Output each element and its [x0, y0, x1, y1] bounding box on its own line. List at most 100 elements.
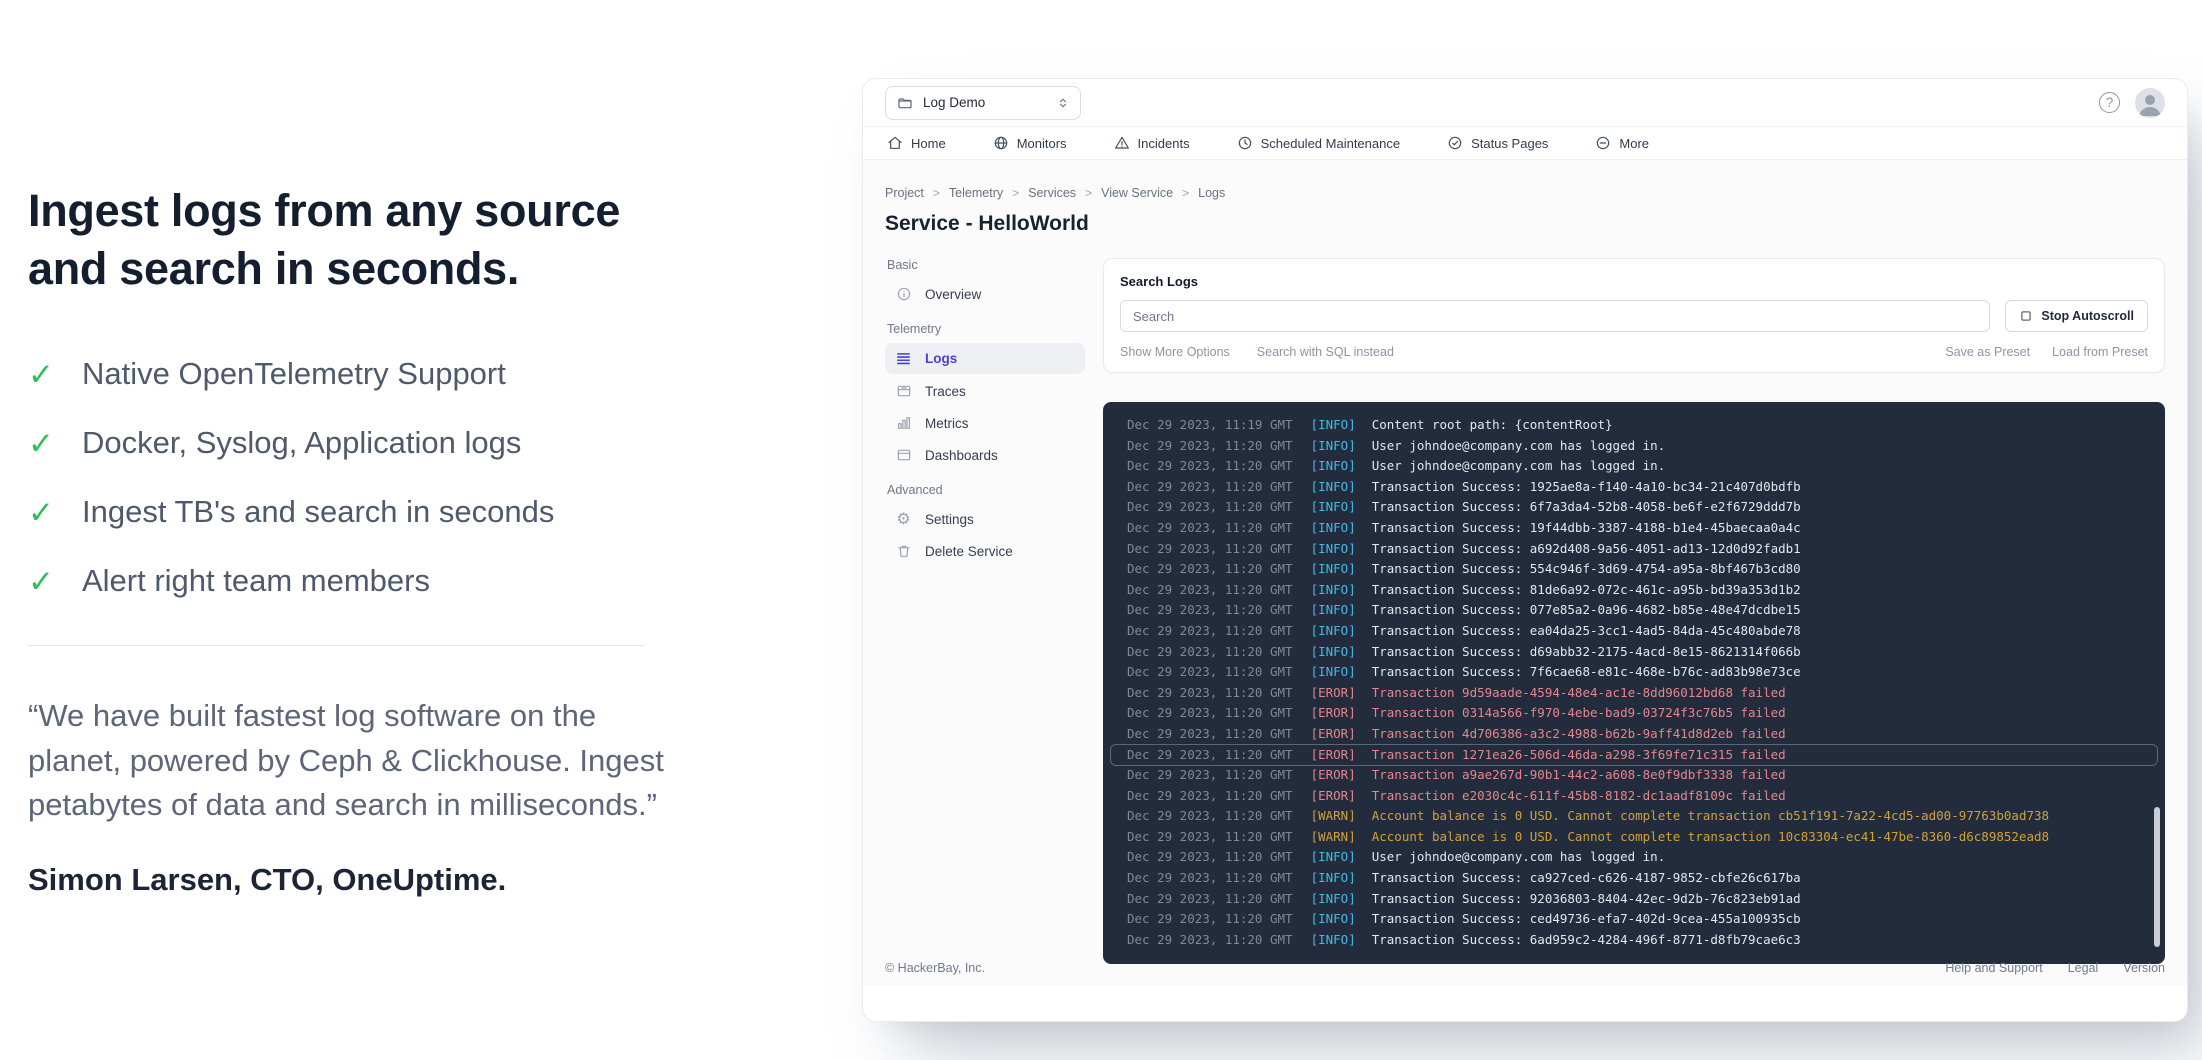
- log-message: Transaction e2030c4c-611f-45b8-8182-dc1a…: [1372, 788, 1786, 803]
- log-row[interactable]: Dec 29 2023, 11:20 GMT[INFO]Transaction …: [1103, 518, 2165, 539]
- log-rows: Dec 29 2023, 11:19 GMT[INFO]Content root…: [1103, 415, 2165, 950]
- nav-item-monitors[interactable]: Monitors: [993, 135, 1067, 151]
- log-message: Transaction Success: ced49736-efa7-402d-…: [1372, 911, 1801, 926]
- breadcrumb-item-telemetry[interactable]: Telemetry: [949, 186, 1003, 200]
- sidebar-item-delete-service[interactable]: Delete Service: [885, 536, 1085, 566]
- log-row[interactable]: Dec 29 2023, 11:20 GMT[INFO]User johndoe…: [1103, 436, 2165, 457]
- log-message: Transaction 4d706386-a3c2-4988-b62b-9aff…: [1372, 726, 1786, 741]
- check-icon: ✓: [28, 428, 54, 459]
- avatar[interactable]: [2135, 88, 2165, 118]
- log-level-tag: [INFO]: [1311, 891, 1356, 906]
- log-row[interactable]: Dec 29 2023, 11:20 GMT[EROR]Transaction …: [1103, 683, 2165, 704]
- log-row[interactable]: Dec 29 2023, 11:20 GMT[WARN]Account bala…: [1103, 806, 2165, 827]
- log-message: User johndoe@company.com has logged in.: [1372, 849, 1666, 864]
- project-selector[interactable]: Log Demo: [885, 86, 1081, 120]
- stop-autoscroll-button[interactable]: Stop Autoscroll: [2005, 300, 2148, 332]
- log-row[interactable]: Dec 29 2023, 11:20 GMT[INFO]Transaction …: [1103, 621, 2165, 642]
- check-icon: ✓: [28, 497, 54, 528]
- feature-item: ✓Ingest TB's and search in seconds: [28, 494, 676, 530]
- link-legal[interactable]: Legal: [2068, 961, 2099, 975]
- traces-icon: [895, 383, 912, 399]
- top-bar-right: ?: [2099, 88, 2165, 118]
- nav-item-status-pages[interactable]: Status Pages: [1447, 135, 1548, 151]
- stop-autoscroll-label: Stop Autoscroll: [2041, 309, 2134, 323]
- sidebar-section-label: Basic: [887, 258, 1083, 272]
- log-row-selected[interactable]: Dec 29 2023, 11:20 GMT[EROR]Transaction …: [1103, 745, 2165, 766]
- log-row[interactable]: Dec 29 2023, 11:20 GMT[INFO]Transaction …: [1103, 909, 2165, 930]
- log-row[interactable]: Dec 29 2023, 11:20 GMT[INFO]Transaction …: [1103, 662, 2165, 683]
- link-version[interactable]: Version: [2123, 961, 2165, 975]
- log-row[interactable]: Dec 29 2023, 11:20 GMT[INFO]Transaction …: [1103, 642, 2165, 663]
- nav-item-incidents[interactable]: Incidents: [1114, 135, 1190, 151]
- feature-list: ✓Native OpenTelemetry Support✓Docker, Sy…: [28, 356, 676, 599]
- log-row[interactable]: Dec 29 2023, 11:20 GMT[INFO]Transaction …: [1103, 868, 2165, 889]
- log-message: Transaction Success: 19f44dbb-3387-4188-…: [1372, 520, 1801, 535]
- sidebar-item-metrics[interactable]: Metrics: [885, 408, 1085, 438]
- log-timestamp: Dec 29 2023, 11:20 GMT: [1127, 602, 1293, 617]
- link-search-with-sql-instead[interactable]: Search with SQL instead: [1257, 345, 1394, 359]
- breadcrumb-item-logs[interactable]: Logs: [1198, 186, 1225, 200]
- feature-item: ✓Docker, Syslog, Application logs: [28, 425, 676, 461]
- log-row[interactable]: Dec 29 2023, 11:20 GMT[INFO]Transaction …: [1103, 600, 2165, 621]
- log-row[interactable]: Dec 29 2023, 11:20 GMT[INFO]Transaction …: [1103, 930, 2165, 951]
- sidebar-item-logs[interactable]: Logs: [885, 343, 1085, 374]
- home-icon: [887, 135, 903, 151]
- breadcrumb-separator: >: [933, 186, 940, 200]
- log-row[interactable]: Dec 29 2023, 11:20 GMT[WARN]Account bala…: [1103, 827, 2165, 848]
- search-card: Search Logs Stop Autoscroll Show More Op…: [1103, 258, 2165, 373]
- log-row[interactable]: Dec 29 2023, 11:20 GMT[INFO]User johndoe…: [1103, 847, 2165, 868]
- nav-item-scheduled-maintenance[interactable]: Scheduled Maintenance: [1237, 135, 1401, 151]
- log-level-tag: [INFO]: [1311, 849, 1356, 864]
- log-message: Transaction Success: 1925ae8a-f140-4a10-…: [1372, 479, 1801, 494]
- sidebar-item-settings[interactable]: ⚙Settings: [885, 504, 1085, 534]
- sidebar-item-traces[interactable]: Traces: [885, 376, 1085, 406]
- log-level-tag: [INFO]: [1311, 911, 1356, 926]
- log-row[interactable]: Dec 29 2023, 11:20 GMT[EROR]Transaction …: [1103, 765, 2165, 786]
- log-row[interactable]: Dec 29 2023, 11:20 GMT[EROR]Transaction …: [1103, 703, 2165, 724]
- log-timestamp: Dec 29 2023, 11:20 GMT: [1127, 705, 1293, 720]
- log-message: Transaction Success: 6ad959c2-4284-496f-…: [1372, 932, 1801, 947]
- testimonial-quote: “We have built fastest log software on t…: [28, 694, 676, 828]
- nav-item-more[interactable]: More: [1595, 135, 1649, 151]
- sidebar-item-dashboards[interactable]: Dashboards: [885, 440, 1085, 470]
- copyright: © HackerBay, Inc.: [885, 961, 985, 975]
- log-row[interactable]: Dec 29 2023, 11:20 GMT[INFO]Transaction …: [1103, 477, 2165, 498]
- log-row[interactable]: Dec 29 2023, 11:20 GMT[EROR]Transaction …: [1103, 724, 2165, 745]
- help-icon[interactable]: ?: [2099, 92, 2120, 113]
- sidebar-item-label: Delete Service: [925, 544, 1013, 559]
- log-timestamp: Dec 29 2023, 11:20 GMT: [1127, 870, 1293, 885]
- log-row[interactable]: Dec 29 2023, 11:20 GMT[INFO]Transaction …: [1103, 580, 2165, 601]
- breadcrumb-item-services[interactable]: Services: [1028, 186, 1076, 200]
- log-row[interactable]: Dec 29 2023, 11:20 GMT[INFO]Transaction …: [1103, 497, 2165, 518]
- sidebar-item-overview[interactable]: Overview: [885, 279, 1085, 309]
- log-row[interactable]: Dec 29 2023, 11:20 GMT[INFO]Transaction …: [1103, 559, 2165, 580]
- log-row[interactable]: Dec 29 2023, 11:19 GMT[INFO]Content root…: [1103, 415, 2165, 436]
- page-title: Service - HelloWorld: [885, 212, 2165, 236]
- scrollbar-thumb[interactable]: [2154, 807, 2160, 948]
- log-level-tag: [INFO]: [1311, 932, 1356, 947]
- metrics-icon: [895, 415, 912, 431]
- log-message: User johndoe@company.com has logged in.: [1372, 458, 1666, 473]
- check-icon: ✓: [28, 359, 54, 390]
- nav-item-label: Home: [911, 136, 946, 151]
- log-row[interactable]: Dec 29 2023, 11:20 GMT[INFO]Transaction …: [1103, 889, 2165, 910]
- sidebar-item-label: Logs: [925, 351, 957, 366]
- search-input[interactable]: [1120, 300, 1990, 332]
- log-row[interactable]: Dec 29 2023, 11:20 GMT[INFO]Transaction …: [1103, 539, 2165, 560]
- app-window: Log Demo ? Home Monitors Incidents Schedule…: [862, 78, 2188, 1022]
- log-level-tag: [EROR]: [1311, 685, 1356, 700]
- hero-headline: Ingest logs from any source and search i…: [28, 182, 676, 298]
- breadcrumb-item-project[interactable]: Project: [885, 186, 924, 200]
- footer-links: Help and Support Legal Version: [1945, 961, 2165, 975]
- link-save-as-preset[interactable]: Save as Preset: [1945, 345, 2030, 359]
- breadcrumb-item-view-service[interactable]: View Service: [1101, 186, 1173, 200]
- link-help-and-support[interactable]: Help and Support: [1945, 961, 2042, 975]
- log-level-tag: [WARN]: [1311, 829, 1356, 844]
- link-show-more-options[interactable]: Show More Options: [1120, 345, 1230, 359]
- link-load-from-preset[interactable]: Load from Preset: [2052, 345, 2148, 359]
- feature-item: ✓Alert right team members: [28, 563, 676, 599]
- log-row[interactable]: Dec 29 2023, 11:20 GMT[INFO]User johndoe…: [1103, 456, 2165, 477]
- log-row[interactable]: Dec 29 2023, 11:20 GMT[EROR]Transaction …: [1103, 786, 2165, 807]
- nav-item-home[interactable]: Home: [887, 135, 946, 151]
- log-message: Account balance is 0 USD. Cannot complet…: [1372, 808, 2049, 823]
